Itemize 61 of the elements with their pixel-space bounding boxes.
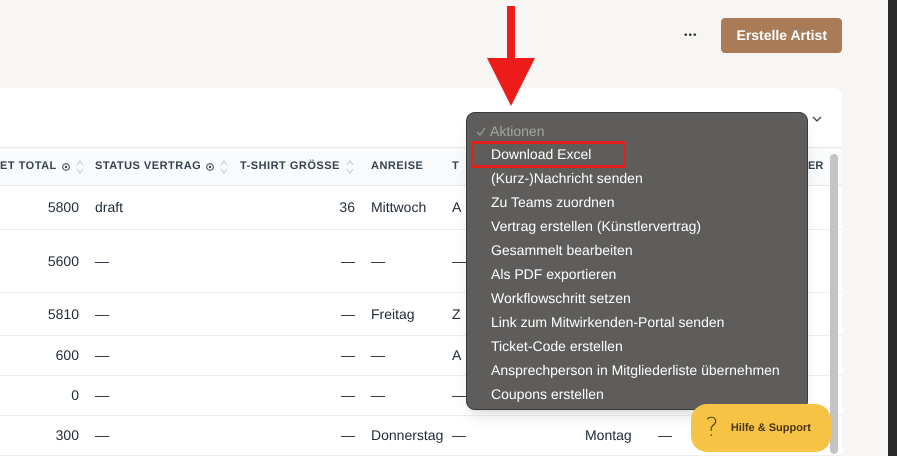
question-mark-icon: ? bbox=[705, 415, 719, 441]
menu-item[interactable]: Als PDF exportieren bbox=[471, 262, 616, 286]
menu-item[interactable]: Download Excel bbox=[471, 140, 626, 168]
menu-item[interactable]: Link zum Mitwirkenden-Portal senden bbox=[471, 310, 724, 334]
table-cell-text: — bbox=[95, 386, 109, 405]
table-cell-text: — bbox=[341, 346, 355, 365]
column-header[interactable]: ET TOTAL bbox=[0, 158, 57, 175]
scrollbar[interactable] bbox=[830, 154, 838, 454]
table-cell-text: — bbox=[341, 386, 355, 405]
more-button[interactable]: ••• bbox=[680, 28, 702, 42]
table-cell-text: 300 bbox=[56, 426, 79, 445]
table-cell-text: — bbox=[452, 426, 466, 445]
menu-item[interactable]: Vertrag erstellen (Künstlervertrag) bbox=[471, 214, 702, 238]
table-cell-text: — bbox=[341, 426, 355, 445]
table-cell-text: — bbox=[95, 346, 109, 365]
help-support-button[interactable]: ? Hilfe & Support bbox=[691, 404, 831, 452]
column-header[interactable]: ER bbox=[808, 158, 824, 175]
table-cell-text: 5800 bbox=[48, 198, 79, 217]
sort-icon[interactable] bbox=[74, 158, 85, 174]
table-cell-text: — bbox=[658, 426, 672, 445]
menu-item[interactable]: Ticket-Code erstellen bbox=[471, 334, 623, 358]
menu-item[interactable]: (Kurz-)Nachricht senden bbox=[471, 166, 643, 190]
chevron-down-icon[interactable] bbox=[812, 116, 822, 123]
table-cell-text: Mittwoch bbox=[371, 198, 426, 217]
table-cell-text: — bbox=[95, 304, 109, 324]
info-icon[interactable] bbox=[206, 162, 214, 170]
menu-item[interactable]: Gesammelt bearbeiten bbox=[471, 238, 633, 262]
column-header[interactable]: ANREISE bbox=[371, 158, 424, 175]
table-cell-text: Donnerstag bbox=[371, 426, 444, 445]
table-cell-text: — bbox=[371, 252, 385, 270]
table-cell-text: Montag bbox=[585, 426, 632, 445]
create-artist-button[interactable]: Erstelle Artist bbox=[721, 18, 842, 52]
column-header[interactable]: T bbox=[452, 158, 460, 175]
info-icon[interactable] bbox=[62, 162, 70, 170]
table-cell-text: — bbox=[341, 304, 355, 324]
table-cell-text: — bbox=[371, 346, 385, 365]
column-header[interactable]: T-SHIRT GRÖSSE bbox=[240, 158, 340, 175]
table-cell-text: A bbox=[452, 346, 462, 365]
table-cell-text: Freitag bbox=[371, 304, 415, 324]
table-cell-text: — bbox=[371, 386, 385, 405]
table-cell-text: 5810 bbox=[48, 304, 79, 324]
sort-icon[interactable] bbox=[219, 158, 230, 174]
table-cell-text: A bbox=[452, 198, 462, 217]
table-cell-text: 36 bbox=[339, 198, 355, 217]
table-cell-text: 600 bbox=[56, 346, 79, 365]
table-cell-text: — bbox=[452, 252, 466, 270]
table-cell-text: — bbox=[95, 426, 109, 445]
table-cell-text: 0 bbox=[71, 386, 79, 405]
menu-item[interactable]: Zu Teams zuordnen bbox=[471, 190, 614, 214]
menu-title: Aktionen bbox=[490, 122, 544, 140]
table-cell-text: draft bbox=[95, 198, 124, 217]
column-header[interactable]: STATUS VERTRAG bbox=[95, 158, 202, 175]
menu-item[interactable]: Coupons erstellen bbox=[471, 382, 604, 406]
table-cell-text: Z bbox=[452, 304, 461, 324]
menu-item[interactable]: Ansprechperson in Mitgliederliste übernehmen bbox=[471, 358, 780, 382]
table-cell-text: 5600 bbox=[48, 252, 79, 270]
table-cell-text: — bbox=[341, 252, 355, 270]
table-cell-text: — bbox=[452, 386, 466, 405]
table-cell-text: — bbox=[95, 252, 109, 270]
sort-icon[interactable] bbox=[344, 158, 355, 174]
menu-item[interactable]: Workflowschritt setzen bbox=[471, 286, 631, 310]
